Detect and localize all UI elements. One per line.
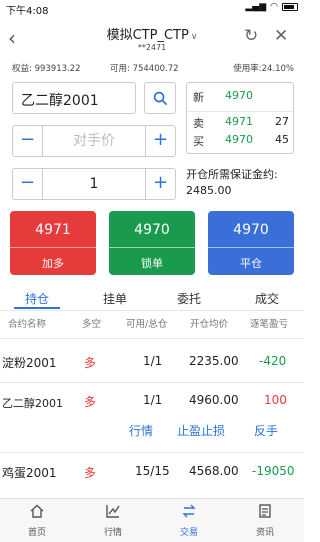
reverse-link[interactable]: 反手 — [254, 422, 278, 439]
latest-price-row: 新 4970 — [193, 89, 253, 104]
ask-volume: 27 — [275, 115, 289, 128]
nav-news[interactable]: 资讯 — [235, 503, 295, 538]
bottom-nav: 首页 行情 交易 资讯 — [0, 498, 304, 542]
tab-trades[interactable]: 成交 — [255, 290, 279, 307]
col-direction: 多空 — [82, 319, 102, 330]
nav-home[interactable]: 首页 — [7, 503, 67, 538]
direction: 多 — [84, 356, 97, 370]
row-divider — [0, 452, 304, 453]
lock-price: 4970 — [134, 222, 170, 238]
row-action-bar: 行情 止盈止损 反手 — [0, 422, 304, 444]
quantity-stepper[interactable]: − 1 + — [12, 168, 176, 200]
home-icon — [7, 503, 67, 523]
table-row[interactable]: 淀粉2001 多 1/1 2235.00 -420 — [0, 354, 304, 374]
table-row[interactable]: 鸡蛋2001 多 15/15 4568.00 -19050 — [0, 464, 304, 484]
close-label: 平仓 — [240, 257, 262, 270]
search-button[interactable] — [144, 82, 176, 114]
quote-divider — [187, 111, 293, 112]
pnl: -420 — [259, 354, 287, 368]
order-tabs: 持仓 挂单 委托 成交 — [0, 287, 304, 309]
margin-value: 2485.00 — [186, 184, 232, 197]
usage-rate: 使用率:24.10% — [233, 64, 294, 74]
active-tab-indicator — [14, 307, 60, 309]
nav-market[interactable]: 行情 — [83, 503, 143, 538]
quote-panel: 新 4970 卖 4971 27 买 4970 45 — [186, 82, 294, 154]
table-row[interactable]: 乙二醇2001 多 1/1 4960.00 100 — [0, 393, 304, 413]
nav-trade[interactable]: 交易 — [159, 503, 219, 538]
tabs-divider — [0, 310, 304, 311]
direction: 多 — [84, 466, 97, 480]
pnl: -19050 — [252, 464, 295, 478]
buy-open-button[interactable]: 4971 加多 — [10, 211, 96, 275]
close-position-button[interactable]: 4970 平仓 — [208, 211, 294, 275]
col-contract: 合约名称 — [8, 319, 47, 330]
row-divider — [0, 382, 304, 383]
chart-icon — [83, 503, 143, 523]
trade-icon — [159, 503, 219, 523]
battery-icon — [282, 3, 298, 11]
contract-name: 淀粉2001 — [2, 356, 57, 370]
margin-estimate: 开仓所需保证金约: 2485.00 — [186, 167, 300, 199]
bid-volume: 45 — [275, 133, 289, 146]
refresh-icon[interactable]: ↻ — [244, 26, 258, 46]
price-decrease-button[interactable]: − — [13, 126, 43, 156]
price-increase-button[interactable]: + — [145, 126, 175, 156]
available-total: 15/15 — [135, 464, 170, 478]
contract-name: 鸡蛋2001 — [2, 466, 57, 480]
avg-price: 4568.00 — [189, 464, 239, 478]
price-input[interactable]: 对手价 — [43, 126, 145, 156]
table-header: 合约名称 多空 可用/总仓 开仓均价 逐笔盈亏 — [0, 316, 304, 332]
avg-price: 2235.00 — [189, 354, 239, 368]
title-bar: ‹ 模拟CTP_CTP ∨ **2471 ↻ ✕ — [0, 18, 304, 58]
quantity-decrease-button[interactable]: − — [13, 169, 43, 199]
col-avg-price: 开仓均价 — [190, 319, 229, 330]
status-time: 下午4:08 — [6, 6, 49, 17]
status-bar: 下午4:08 ▂▄▆ ◠ — [0, 0, 304, 17]
signal-icon: ▂▄▆ — [245, 2, 267, 12]
col-pnl: 逐笔盈亏 — [250, 319, 289, 330]
close-price: 4970 — [233, 222, 269, 238]
available-total: 1/1 — [143, 354, 163, 368]
search-icon — [153, 91, 167, 106]
close-icon[interactable]: ✕ — [274, 26, 288, 46]
buy-label: 加多 — [42, 257, 64, 270]
header-divider — [0, 338, 304, 339]
bid-price: 4970 — [225, 133, 253, 146]
lock-label: 锁单 — [141, 257, 163, 270]
status-icons: ▂▄▆ ◠ — [245, 2, 298, 12]
lock-button[interactable]: 4970 锁单 — [109, 211, 195, 275]
stop-profit-loss-link[interactable]: 止盈止损 — [177, 422, 225, 439]
account-summary: 权益: 993913.22 可用: 754400.72 使用率:24.10% — [0, 62, 304, 76]
chevron-down-icon: ∨ — [190, 32, 198, 42]
news-icon — [235, 503, 295, 523]
ask-price: 4971 — [225, 115, 253, 128]
ask-row: 卖 4971 27 — [193, 115, 289, 130]
account-number: **2471 — [137, 43, 167, 52]
direction: 多 — [84, 395, 97, 409]
buy-price: 4971 — [35, 222, 71, 238]
tab-pending[interactable]: 挂单 — [103, 290, 127, 307]
bid-row: 买 4970 45 — [193, 133, 289, 148]
col-avail-total: 可用/总仓 — [126, 319, 168, 330]
available-total: 1/1 — [143, 393, 163, 407]
page-title: 模拟CTP_CTP — [106, 28, 189, 43]
margin-label: 开仓所需保证金约: — [186, 168, 278, 181]
latest-price: 4970 — [225, 89, 253, 102]
quote-link[interactable]: 行情 — [129, 422, 153, 439]
account-switcher[interactable]: 模拟CTP_CTP ∨ — [0, 24, 304, 43]
quantity-input[interactable]: 1 — [43, 169, 145, 199]
price-stepper[interactable]: − 对手价 + — [12, 125, 176, 157]
available-funds: 可用: 754400.72 — [110, 64, 179, 74]
avg-price: 4960.00 — [189, 393, 239, 407]
pnl: 100 — [264, 393, 287, 407]
tab-positions[interactable]: 持仓 — [25, 290, 49, 307]
wifi-icon: ◠ — [270, 2, 278, 12]
symbol-field[interactable]: 乙二醇2001 — [12, 82, 136, 114]
tab-orders[interactable]: 委托 — [177, 290, 201, 307]
quantity-increase-button[interactable]: + — [145, 169, 175, 199]
contract-name: 乙二醇2001 — [2, 397, 63, 410]
equity: 权益: 993913.22 — [12, 64, 81, 74]
